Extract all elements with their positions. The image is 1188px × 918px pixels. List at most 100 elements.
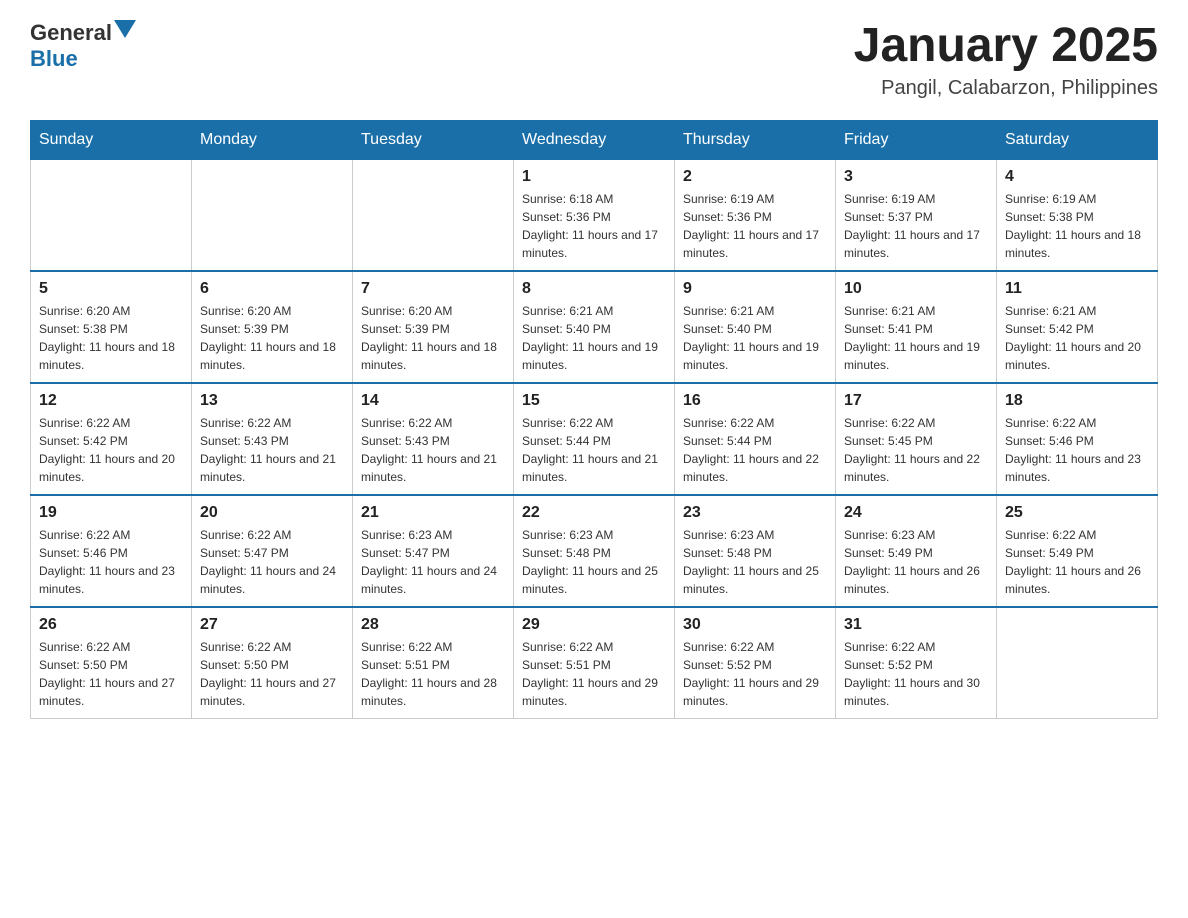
day-info: Sunrise: 6:22 AMSunset: 5:44 PMDaylight:…: [522, 414, 666, 486]
calendar-cell: 16 Sunrise: 6:22 AMSunset: 5:44 PMDayligh…: [675, 383, 836, 495]
calendar-cell: 17 Sunrise: 6:22 AMSunset: 5:45 PMDayligh…: [836, 383, 997, 495]
calendar-header-saturday: Saturday: [997, 120, 1158, 159]
logo-triangle-icon: [114, 20, 136, 38]
calendar-cell: 7 Sunrise: 6:20 AMSunset: 5:39 PMDaylight…: [353, 271, 514, 383]
day-info: Sunrise: 6:22 AMSunset: 5:51 PMDaylight:…: [522, 638, 666, 710]
day-number: 24: [844, 504, 988, 522]
day-info: Sunrise: 6:22 AMSunset: 5:50 PMDaylight:…: [200, 638, 344, 710]
day-info: Sunrise: 6:19 AMSunset: 5:38 PMDaylight:…: [1005, 190, 1149, 262]
calendar-cell: 31 Sunrise: 6:22 AMSunset: 5:52 PMDayligh…: [836, 607, 997, 719]
day-info: Sunrise: 6:21 AMSunset: 5:42 PMDaylight:…: [1005, 302, 1149, 374]
day-info: Sunrise: 6:22 AMSunset: 5:44 PMDaylight:…: [683, 414, 827, 486]
logo: General Blue: [30, 20, 136, 72]
day-info: Sunrise: 6:22 AMSunset: 5:52 PMDaylight:…: [683, 638, 827, 710]
day-info: Sunrise: 6:22 AMSunset: 5:45 PMDaylight:…: [844, 414, 988, 486]
day-number: 21: [361, 504, 505, 522]
day-number: 2: [683, 168, 827, 186]
day-number: 29: [522, 616, 666, 634]
day-info: Sunrise: 6:23 AMSunset: 5:48 PMDaylight:…: [522, 526, 666, 598]
day-info: Sunrise: 6:21 AMSunset: 5:40 PMDaylight:…: [522, 302, 666, 374]
day-number: 13: [200, 392, 344, 410]
day-info: Sunrise: 6:22 AMSunset: 5:49 PMDaylight:…: [1005, 526, 1149, 598]
calendar-week-row: 12Sunrise: 6:22 AMSunset: 5:42 PMDayligh…: [31, 383, 1158, 495]
calendar-cell: 5Sunrise: 6:20 AMSunset: 5:38 PMDaylight…: [31, 271, 192, 383]
day-info: Sunrise: 6:22 AMSunset: 5:52 PMDaylight:…: [844, 638, 988, 710]
calendar-cell: 8 Sunrise: 6:21 AMSunset: 5:40 PMDaylight…: [514, 271, 675, 383]
calendar-header-tuesday: Tuesday: [353, 120, 514, 159]
calendar-cell: 12Sunrise: 6:22 AMSunset: 5:42 PMDayligh…: [31, 383, 192, 495]
calendar-cell: 27 Sunrise: 6:22 AMSunset: 5:50 PMDayligh…: [192, 607, 353, 719]
day-number: 31: [844, 616, 988, 634]
calendar-cell: 10 Sunrise: 6:21 AMSunset: 5:41 PMDayligh…: [836, 271, 997, 383]
calendar-cell: 23 Sunrise: 6:23 AMSunset: 5:48 PMDayligh…: [675, 495, 836, 607]
calendar-table: SundayMondayTuesdayWednesdayThursdayFrid…: [30, 120, 1158, 719]
day-info: Sunrise: 6:23 AMSunset: 5:48 PMDaylight:…: [683, 526, 827, 598]
day-number: 23: [683, 504, 827, 522]
day-info: Sunrise: 6:18 AMSunset: 5:36 PMDaylight:…: [522, 190, 666, 262]
day-number: 15: [522, 392, 666, 410]
calendar-cell: 26Sunrise: 6:22 AMSunset: 5:50 PMDayligh…: [31, 607, 192, 719]
day-number: 14: [361, 392, 505, 410]
day-number: 3: [844, 168, 988, 186]
calendar-week-row: 26 Sunrise: 6:22 AMSunset: 5:50 PMDayligh…: [31, 607, 1158, 719]
day-info: Sunrise: 6:22 AMSunset: 5:43 PMDaylight:…: [200, 414, 344, 486]
day-info: Sunrise: 6:22 AMSunset: 5:46 PMDaylight:…: [1005, 414, 1149, 486]
calendar-week-row: 1 Sunrise: 6:18 AMSunset: 5:36 PMDaylight…: [31, 159, 1158, 271]
day-number: 18: [1005, 392, 1149, 410]
day-number: 22: [522, 504, 666, 522]
calendar-cell: [31, 159, 192, 271]
day-number: 25: [1005, 504, 1149, 522]
day-number: 16: [683, 392, 827, 410]
day-number: 9: [683, 280, 827, 298]
month-title: January 2025: [854, 20, 1158, 73]
calendar-cell: 4 Sunrise: 6:19 AMSunset: 5:38 PMDaylight…: [997, 159, 1158, 271]
day-info: Sunrise: 6:20 AMSunset: 5:39 PMDaylight:…: [200, 302, 344, 374]
calendar-cell: 22 Sunrise: 6:23 AMSunset: 5:48 PMDayligh…: [514, 495, 675, 607]
calendar-cell: 15 Sunrise: 6:22 AMSunset: 5:44 PMDayligh…: [514, 383, 675, 495]
day-info: Sunrise: 6:22 AMSunset: 5:46 PMDaylight:…: [39, 526, 183, 598]
logo-general: General: [30, 20, 112, 46]
day-number: 8: [522, 280, 666, 298]
calendar-cell: 11 Sunrise: 6:21 AMSunset: 5:42 PMDayligh…: [997, 271, 1158, 383]
day-number: 30: [683, 616, 827, 634]
day-number: 20: [200, 504, 344, 522]
day-number: 5: [39, 280, 183, 298]
day-info: Sunrise: 6:19 AMSunset: 5:37 PMDaylight:…: [844, 190, 988, 262]
calendar-cell: 25 Sunrise: 6:22 AMSunset: 5:49 PMDayligh…: [997, 495, 1158, 607]
calendar-cell: 24 Sunrise: 6:23 AMSunset: 5:49 PMDayligh…: [836, 495, 997, 607]
calendar-header-monday: Monday: [192, 120, 353, 159]
day-number: 6: [200, 280, 344, 298]
day-number: 26: [39, 616, 183, 634]
day-info: Sunrise: 6:23 AMSunset: 5:49 PMDaylight:…: [844, 526, 988, 598]
logo-blue: Blue: [30, 46, 78, 71]
day-info: Sunrise: 6:21 AMSunset: 5:40 PMDaylight:…: [683, 302, 827, 374]
day-number: 4: [1005, 168, 1149, 186]
calendar-cell: 29 Sunrise: 6:22 AMSunset: 5:51 PMDayligh…: [514, 607, 675, 719]
day-number: 10: [844, 280, 988, 298]
day-info: Sunrise: 6:22 AMSunset: 5:43 PMDaylight:…: [361, 414, 505, 486]
calendar-cell: 20Sunrise: 6:22 AMSunset: 5:47 PMDayligh…: [192, 495, 353, 607]
calendar-week-row: 5Sunrise: 6:20 AMSunset: 5:38 PMDaylight…: [31, 271, 1158, 383]
calendar-cell: [997, 607, 1158, 719]
calendar-cell: 21 Sunrise: 6:23 AMSunset: 5:47 PMDayligh…: [353, 495, 514, 607]
day-info: Sunrise: 6:19 AMSunset: 5:36 PMDaylight:…: [683, 190, 827, 262]
calendar-cell: 2 Sunrise: 6:19 AMSunset: 5:36 PMDaylight…: [675, 159, 836, 271]
day-number: 17: [844, 392, 988, 410]
calendar-cell: 1 Sunrise: 6:18 AMSunset: 5:36 PMDaylight…: [514, 159, 675, 271]
day-number: 27: [200, 616, 344, 634]
day-info: Sunrise: 6:22 AMSunset: 5:42 PMDaylight:…: [39, 414, 183, 486]
day-number: 7: [361, 280, 505, 298]
calendar-cell: 13 Sunrise: 6:22 AMSunset: 5:43 PMDayligh…: [192, 383, 353, 495]
calendar-header-sunday: Sunday: [31, 120, 192, 159]
day-info: Sunrise: 6:21 AMSunset: 5:41 PMDaylight:…: [844, 302, 988, 374]
day-number: 1: [522, 168, 666, 186]
calendar-cell: 19Sunrise: 6:22 AMSunset: 5:46 PMDayligh…: [31, 495, 192, 607]
calendar-cell: 9 Sunrise: 6:21 AMSunset: 5:40 PMDaylight…: [675, 271, 836, 383]
day-number: 11: [1005, 280, 1149, 298]
day-info: Sunrise: 6:20 AMSunset: 5:39 PMDaylight:…: [361, 302, 505, 374]
calendar-header-wednesday: Wednesday: [514, 120, 675, 159]
title-section: January 2025 Pangil, Calabarzon, Philipp…: [854, 20, 1158, 100]
day-info: Sunrise: 6:23 AMSunset: 5:47 PMDaylight:…: [361, 526, 505, 598]
calendar-cell: 3 Sunrise: 6:19 AMSunset: 5:37 PMDaylight…: [836, 159, 997, 271]
calendar-cell: 28Sunrise: 6:22 AMSunset: 5:51 PMDayligh…: [353, 607, 514, 719]
